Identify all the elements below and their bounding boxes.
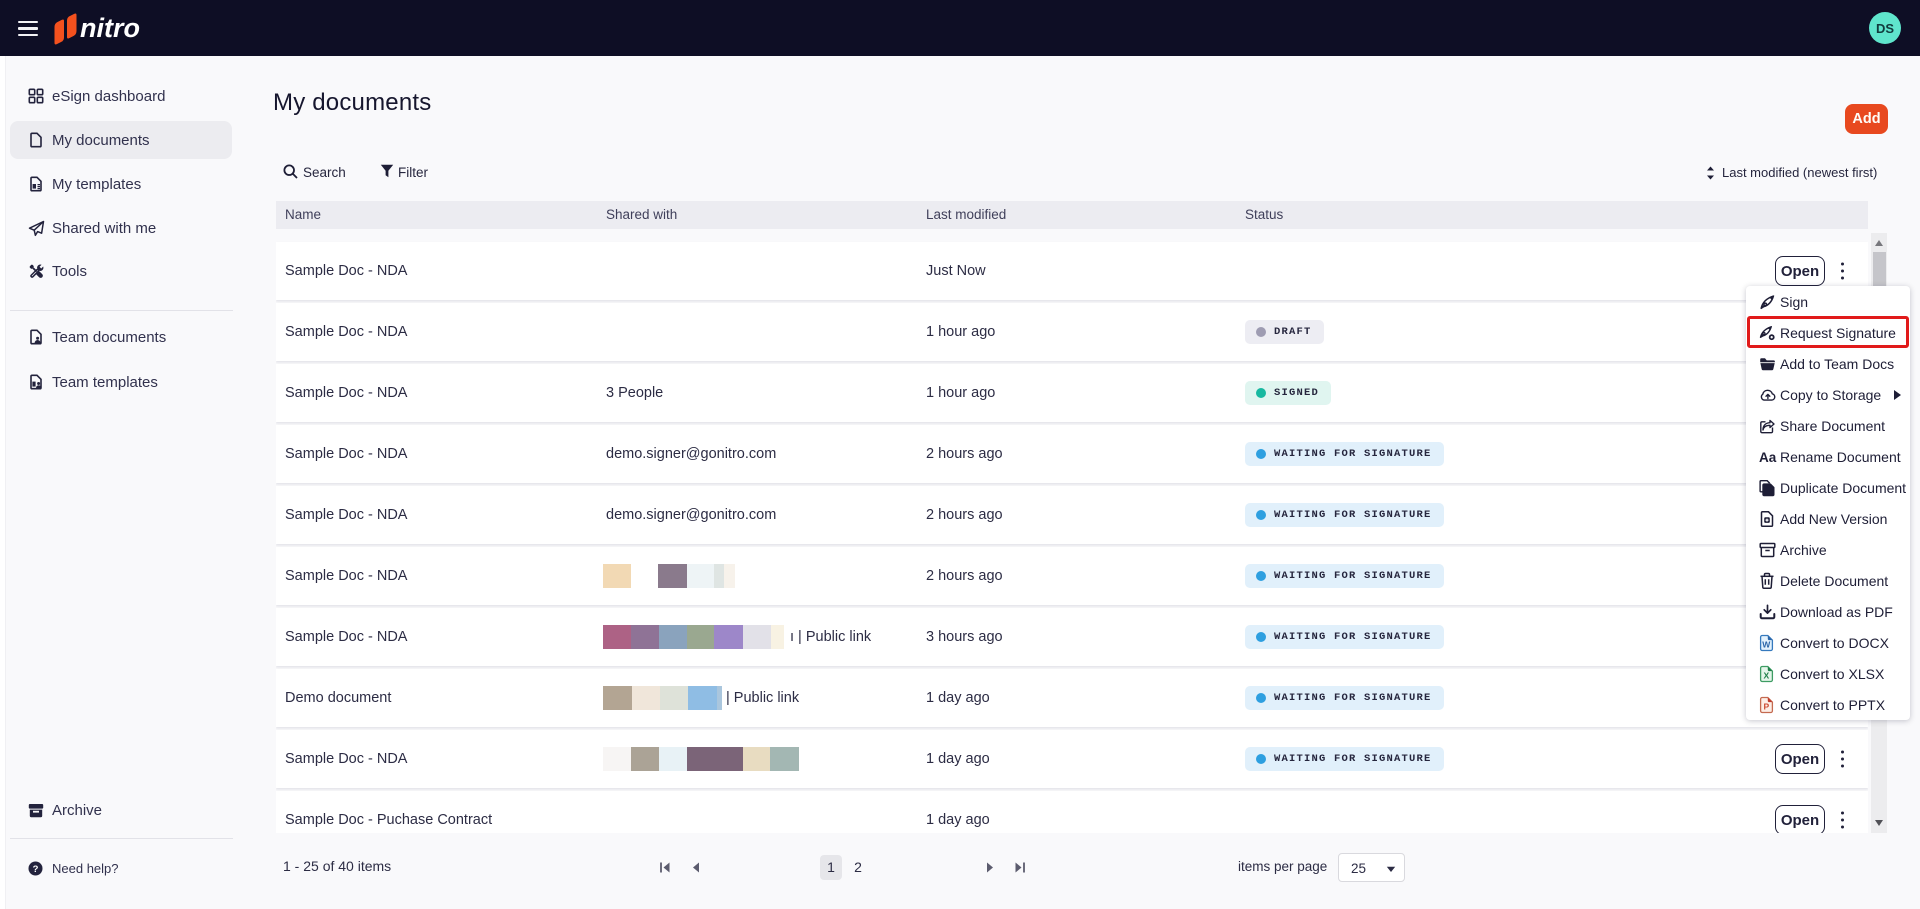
svg-text:X: X [1763, 670, 1769, 680]
svg-text:Aa: Aa [1759, 450, 1777, 465]
svg-text:W: W [1762, 639, 1771, 649]
svg-text:P: P [1763, 701, 1769, 711]
